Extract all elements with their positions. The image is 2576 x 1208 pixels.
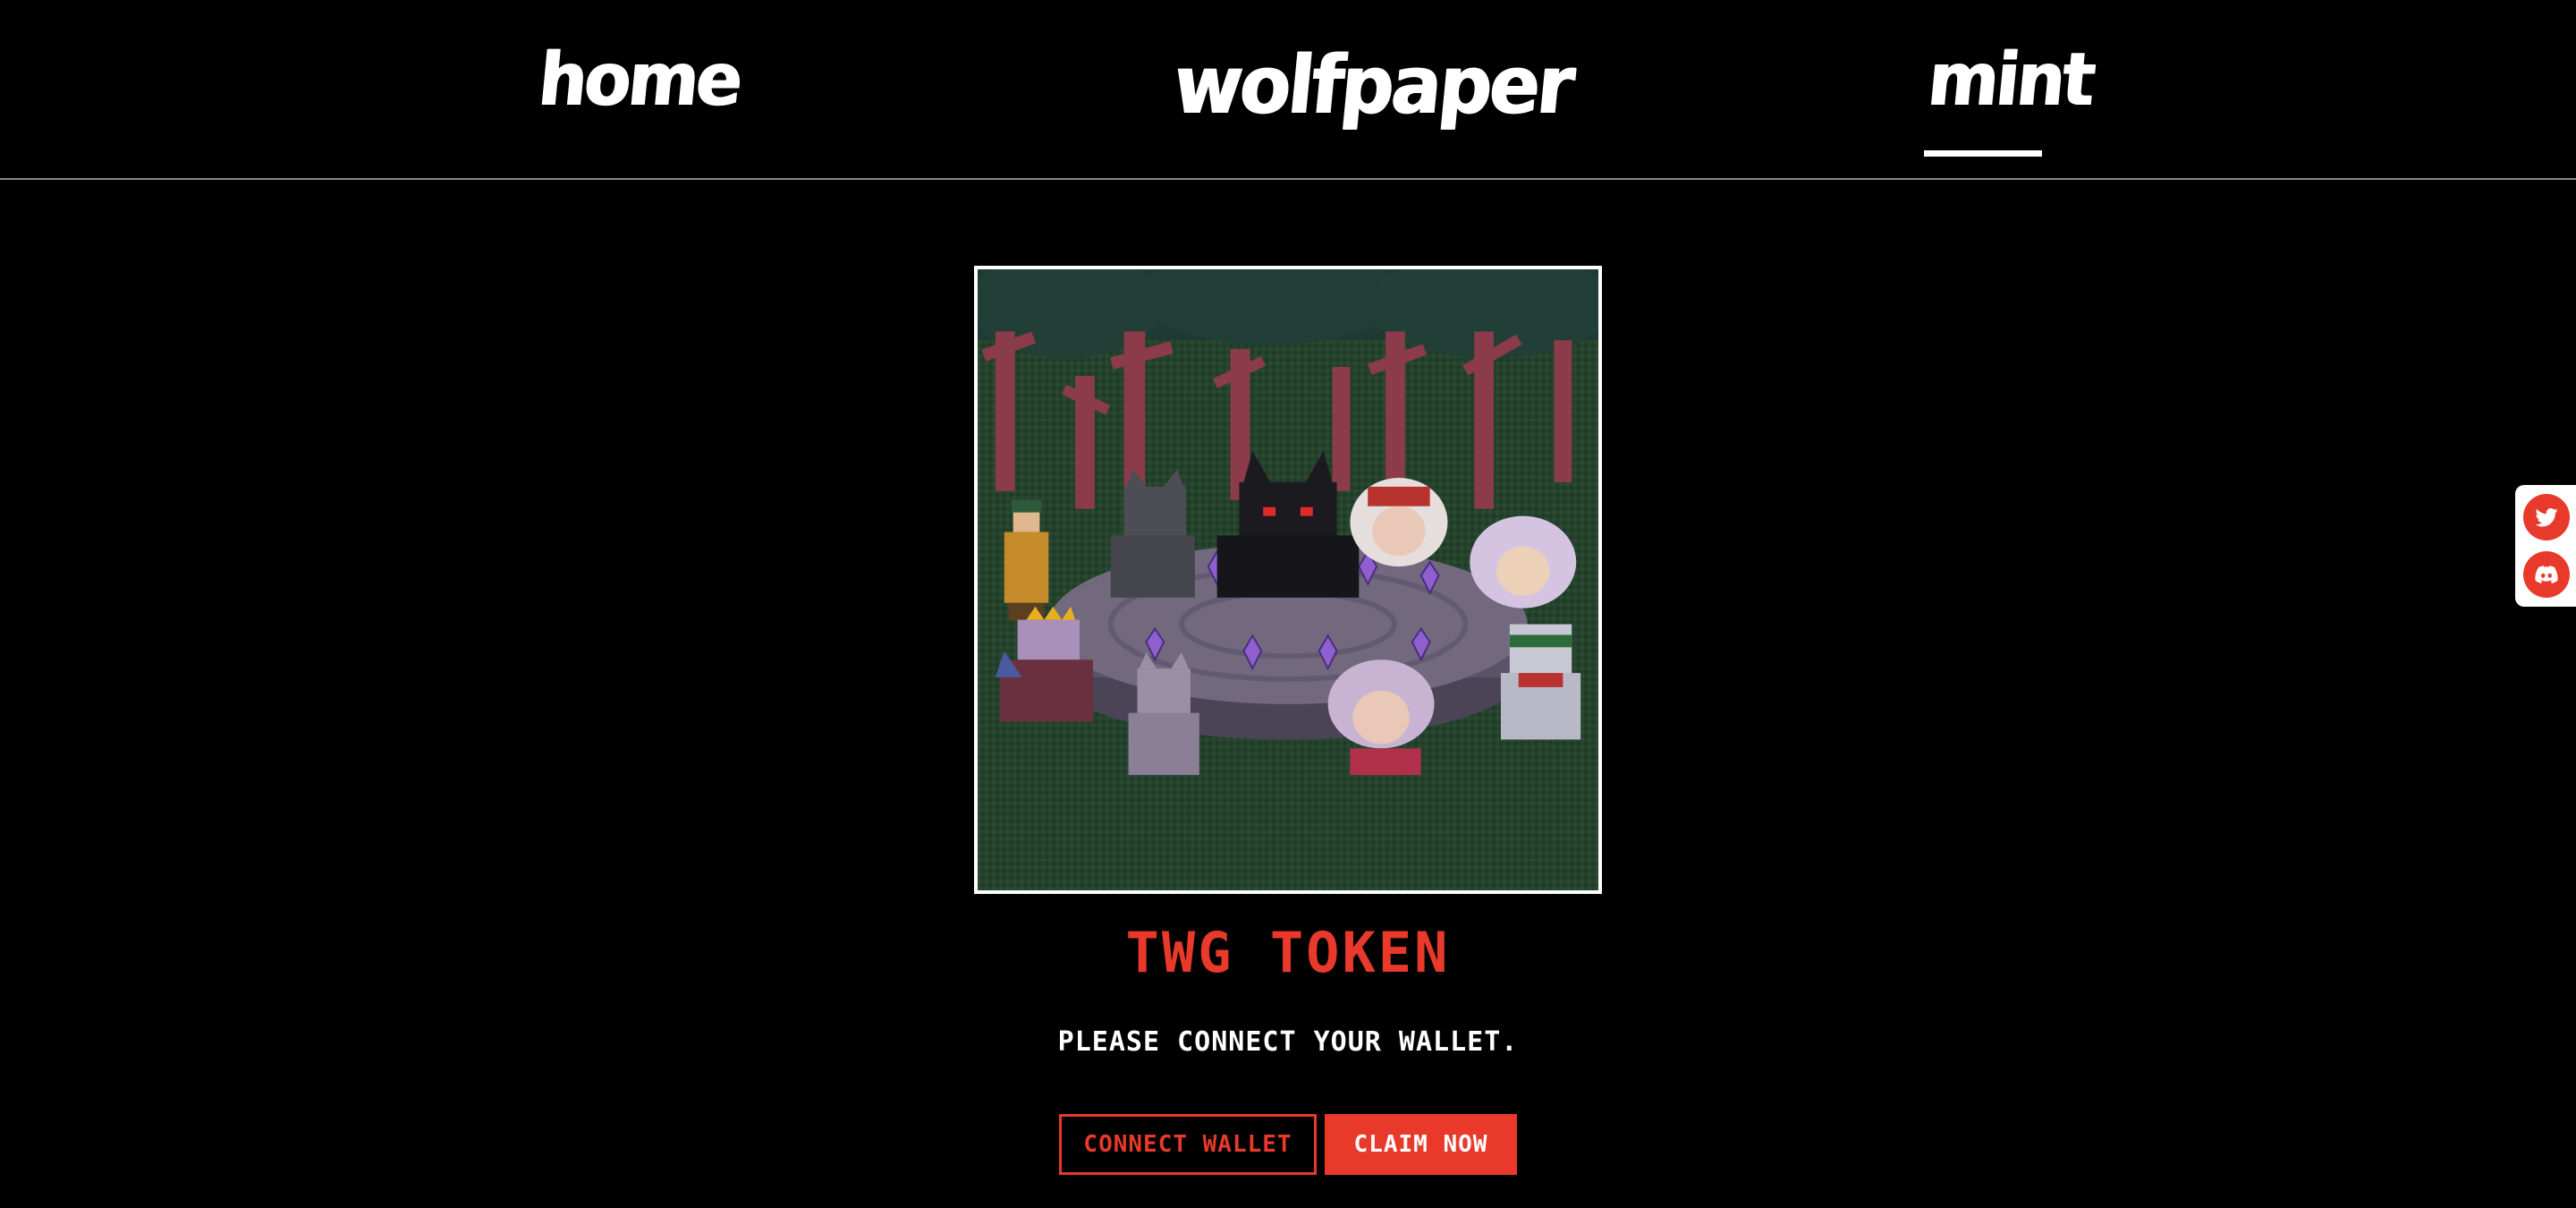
- twitter-icon: [2535, 508, 2558, 527]
- active-nav-indicator: [1924, 150, 2042, 157]
- nav-home-link[interactable]: home: [534, 36, 742, 125]
- page-root: home wolfpaper mint TWG TOKEN PLEASE CON…: [0, 0, 2576, 1208]
- brand-logo-link[interactable]: wolfpaper: [1169, 38, 1576, 132]
- connect-wallet-button[interactable]: CONNECT WALLET: [1059, 1114, 1317, 1175]
- nav-mint-link[interactable]: mint: [1924, 36, 2096, 125]
- token-title: TWG TOKEN: [1125, 920, 1451, 985]
- top-nav: home wolfpaper mint: [0, 0, 2576, 180]
- social-links-panel: [2515, 485, 2576, 607]
- discord-icon: [2535, 566, 2558, 583]
- discord-link[interactable]: [2523, 551, 2570, 598]
- wallet-status-text: PLEASE CONNECT YOUR WALLET.: [1057, 1026, 1519, 1058]
- claim-now-button[interactable]: CLAIM NOW: [1325, 1114, 1517, 1175]
- token-artwork: [974, 266, 1602, 894]
- twitter-link[interactable]: [2523, 494, 2570, 540]
- pixel-art-illustration: [978, 269, 1598, 890]
